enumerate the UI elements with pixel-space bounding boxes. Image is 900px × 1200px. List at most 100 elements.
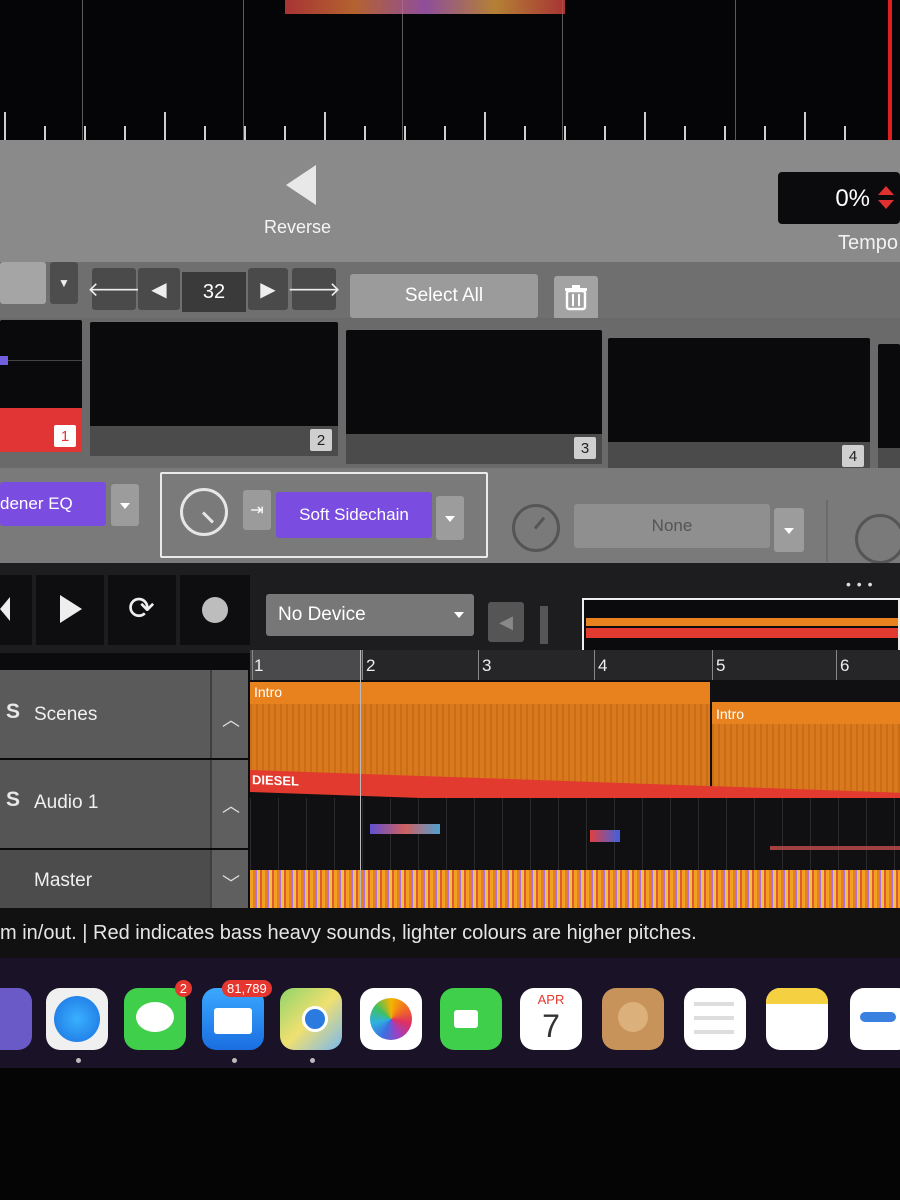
track-audio-1[interactable]: S Audio 1 ︿ (0, 760, 248, 848)
bar-number: 3 (482, 656, 492, 675)
solo-button[interactable]: S (6, 700, 20, 724)
mail-badge: 81,789 (222, 980, 272, 997)
calendar-icon[interactable]: APR 7 (520, 988, 582, 1050)
calendar-month: APR (537, 992, 565, 1007)
track-master[interactable]: Master ﹀ (0, 850, 248, 908)
running-indicator (232, 1058, 237, 1063)
play-icon (60, 595, 82, 623)
delete-button[interactable] (554, 276, 598, 320)
collapse-button[interactable]: ︿ (210, 670, 248, 758)
camera-icon (454, 1010, 478, 1028)
trash-icon (565, 285, 587, 311)
chevron-down-icon: ﹀ (222, 874, 240, 894)
last-pad-button[interactable]: 🡒 (287, 268, 341, 310)
pad-4[interactable]: 4 (608, 338, 870, 472)
effect-slot-2[interactable]: Soft Sidechain (276, 492, 432, 538)
pad-waveform (0, 360, 82, 361)
maps-icon[interactable] (280, 988, 342, 1050)
grid-line (82, 0, 83, 150)
reverse-label: Reverse (263, 217, 332, 237)
list-line-icon (694, 1030, 734, 1034)
contacts-icon[interactable] (602, 988, 664, 1050)
messages-icon[interactable]: 2 (124, 980, 192, 1050)
expand-button[interactable]: ﹀ (210, 850, 248, 908)
mail-icon[interactable]: 81,789 (202, 980, 272, 1050)
select-all-button[interactable]: Select All (350, 274, 538, 318)
arrangement-view[interactable]: 1 2 3 4 5 6 Intro Intro DIESEL (250, 650, 900, 912)
status-bar: m in/out. | Red indicates bass heavy sou… (0, 908, 900, 958)
collapse-button[interactable]: ︿ (210, 760, 248, 848)
clip-name: Intro (254, 684, 283, 700)
track-name: Audio 1 (34, 792, 99, 813)
input-arrow-icon: ⇥ (250, 502, 264, 519)
reminders-icon[interactable] (684, 988, 746, 1050)
reverse-button[interactable]: Reverse (250, 165, 345, 245)
safari-icon[interactable] (46, 988, 108, 1050)
ruler-tick (644, 112, 646, 142)
calendar-day: 7 (542, 1008, 560, 1044)
effect-3-knob[interactable] (512, 504, 560, 552)
pad-1[interactable]: 1 (0, 320, 82, 452)
first-pad-button[interactable]: 🡐 (87, 268, 141, 310)
speaker-button[interactable]: ◀ (488, 602, 524, 642)
loop-region[interactable] (250, 650, 362, 680)
more-icon[interactable]: • • • (846, 576, 873, 592)
bar-number: 6 (840, 656, 850, 675)
launchpad-icon[interactable] (0, 988, 32, 1050)
pad-number: 4 (842, 445, 864, 467)
photos-icon[interactable] (360, 988, 422, 1050)
notes-icon[interactable] (766, 988, 828, 1050)
chevron-down-icon: ▼ (58, 276, 70, 290)
bar-line (836, 650, 837, 680)
record-button[interactable] (180, 575, 250, 645)
bar-line (362, 650, 363, 680)
bar-line (594, 650, 595, 680)
pad-number: 3 (574, 437, 596, 459)
effect-slot-1-dropdown[interactable] (111, 484, 139, 526)
record-icon (202, 597, 228, 623)
pad-2[interactable]: 2 (90, 322, 338, 456)
track-scenes[interactable]: S Scenes ︿ (0, 670, 248, 758)
timeline-ruler[interactable]: 1 2 3 4 5 6 (250, 650, 900, 680)
play-button[interactable] (36, 575, 104, 645)
pad-3[interactable]: 3 (346, 330, 602, 464)
prev-pad-button[interactable]: ◀ (138, 268, 180, 310)
overview-waveform[interactable] (0, 0, 900, 150)
flower-icon (370, 998, 412, 1040)
effect-slot-2-dropdown[interactable] (436, 496, 464, 540)
tempo-up-icon[interactable] (878, 186, 894, 195)
bank-dropdown[interactable]: ▼ (50, 262, 78, 304)
running-indicator (310, 1058, 315, 1063)
knob-indicator (201, 511, 214, 524)
notes-header-icon (766, 988, 828, 1004)
loop-button[interactable]: ⟳ (108, 575, 176, 645)
solo-button[interactable]: S (6, 788, 20, 812)
master-waveform (250, 870, 900, 912)
audio-waveform (770, 846, 900, 850)
facetime-icon[interactable] (440, 988, 502, 1050)
effect-slot-1[interactable]: dener EQ (0, 482, 106, 526)
grid-line (735, 0, 736, 150)
pad-number: 1 (54, 425, 76, 447)
effect-2-knob[interactable] (180, 488, 228, 536)
sidechain-input-button[interactable]: ⇥ (243, 490, 271, 530)
pad-footer (346, 434, 602, 464)
bank-select[interactable] (0, 262, 46, 304)
rewind-button[interactable] (0, 575, 32, 645)
pad-5[interactable] (878, 344, 900, 478)
running-indicator (76, 1058, 81, 1063)
ruler-tick (164, 112, 166, 142)
pad-waveform-blip (0, 356, 8, 365)
scene-clip[interactable]: Intro (712, 702, 900, 800)
effect-slot-3[interactable]: None (574, 504, 770, 548)
device-select[interactable]: No Device (266, 594, 474, 636)
level-meter (540, 606, 548, 644)
next-pad-button[interactable]: ▶ (248, 268, 288, 310)
freeform-icon[interactable] (850, 988, 900, 1050)
tempo-field[interactable]: 0% (778, 172, 900, 224)
tempo-down-icon[interactable] (878, 200, 894, 209)
bar-line (712, 650, 713, 680)
ruler-tick (804, 112, 806, 142)
effect-slot-3-dropdown[interactable] (774, 508, 804, 552)
effect-4-knob[interactable] (855, 514, 900, 564)
